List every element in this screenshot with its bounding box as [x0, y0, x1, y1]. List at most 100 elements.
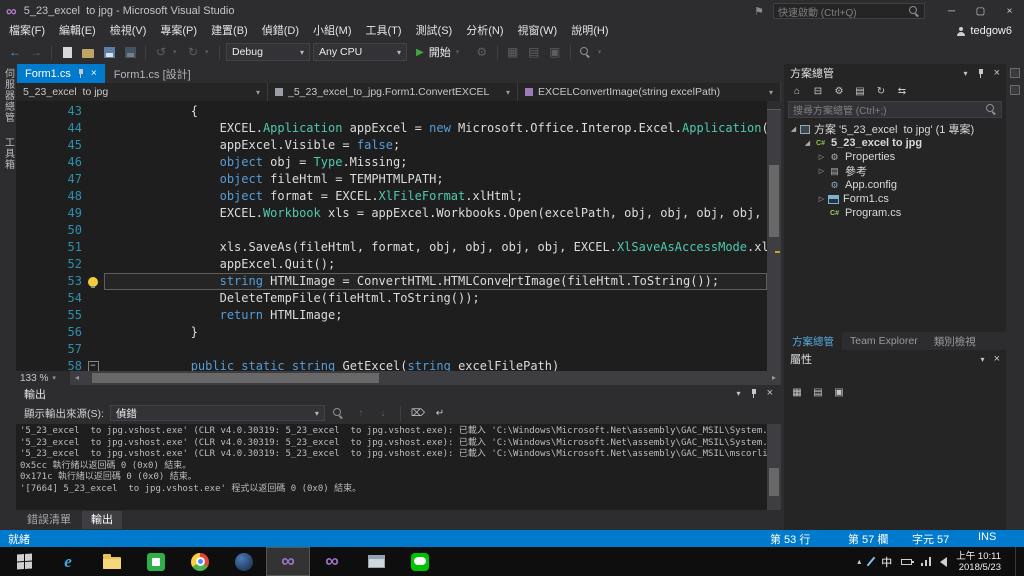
breakpoint-margin[interactable] — [16, 239, 56, 256]
editor-vertical-scrollbar[interactable] — [767, 101, 781, 371]
sync-with-active-document-icon[interactable]: ⇆ — [894, 84, 910, 98]
left-autohide-tab-toolbox[interactable]: 工具箱 — [1, 137, 16, 170]
taskbar-clock[interactable]: 上午 10:11 2018/5/23 — [956, 551, 1001, 573]
undo-icon[interactable]: ↺ — [152, 43, 170, 61]
alphabetical-icon[interactable]: ▤ — [810, 385, 826, 399]
redo-icon[interactable]: ↻ — [184, 43, 202, 61]
code-text[interactable]: public static string GetExcel(string exc… — [104, 358, 767, 371]
chevron-collapsed-icon[interactable]: ▷ — [816, 153, 827, 161]
output-text[interactable]: '5_23_excel to jpg.vshost.exe' (CLR v4.0… — [16, 424, 767, 510]
volume-icon[interactable] — [940, 556, 948, 567]
menu-item-view[interactable]: 檢視(V) — [103, 22, 154, 40]
close-icon[interactable]: × — [994, 353, 1000, 365]
lightbulb-icon[interactable] — [88, 276, 98, 288]
step-into-icon[interactable]: ▦ — [504, 43, 522, 61]
battery-icon[interactable] — [901, 558, 915, 565]
navigate-back-icon[interactable]: ← — [6, 43, 24, 61]
bottom-tab-output[interactable]: 輸出 — [82, 511, 122, 529]
doc-tab-form1-cs-design[interactable]: Form1.cs [設計] — [106, 64, 199, 83]
code-line-51[interactable]: 51 xls.SaveAs(fileHtml, format, obj, obj… — [16, 239, 767, 256]
properties-panel-header[interactable]: 屬性 ▾ × — [784, 350, 1006, 368]
signed-in-user[interactable]: tedgow6 — [970, 25, 1012, 37]
code-line-47[interactable]: 47 object fileHtml = TEMPHTMLPATH; — [16, 171, 767, 188]
pin-icon[interactable] — [77, 68, 85, 79]
panel-tab-class-view[interactable]: 類別檢視 — [926, 332, 984, 350]
breakpoint-margin[interactable] — [16, 188, 56, 205]
previous-message-icon[interactable]: ↑ — [353, 406, 369, 420]
breakpoint-margin[interactable] — [16, 205, 56, 222]
close-icon[interactable]: × — [91, 68, 97, 79]
taskbar-file-explorer[interactable] — [90, 547, 134, 576]
menu-item-tools[interactable]: 工具(T) — [359, 22, 409, 40]
navigate-forward-icon[interactable]: → — [27, 43, 45, 61]
zoom-control[interactable]: 133 % ▾ — [16, 371, 70, 385]
clear-all-icon[interactable]: ⌦ — [410, 406, 426, 420]
member-dropdown[interactable]: EXCELConvertImage(string excelPath) ▾ — [518, 83, 781, 101]
ime-indicator[interactable]: 中 — [881, 554, 892, 570]
autohide-tab-icon[interactable] — [1010, 85, 1020, 95]
breakpoint-margin[interactable] — [16, 154, 56, 171]
scroll-right-arrow[interactable]: ▸ — [767, 371, 781, 385]
breakpoint-margin[interactable] — [16, 120, 56, 137]
code-text[interactable]: string HTMLImage = ConvertHTML.HTMLConve… — [104, 273, 767, 290]
code-text[interactable] — [104, 222, 767, 239]
taskbar-line-app[interactable] — [398, 547, 442, 576]
code-text[interactable] — [104, 341, 767, 358]
breakpoint-margin[interactable] — [16, 103, 56, 120]
menu-item-team[interactable]: 小組(M) — [306, 22, 359, 40]
code-text[interactable]: EXCEL.Workbook xls = appExcel.Workbooks.… — [104, 205, 767, 222]
taskbar-visual-studio-2[interactable]: ∞ — [310, 547, 354, 576]
taskbar-visual-studio-active[interactable]: ∞ — [266, 547, 310, 576]
code-line-49[interactable]: 49 EXCEL.Workbook xls = appExcel.Workboo… — [16, 205, 767, 222]
tree-item-project[interactable]: ◢ 5_23_excel to jpg — [784, 136, 1006, 150]
taskbar-app-window[interactable] — [354, 547, 398, 576]
step-out-icon[interactable]: ▣ — [546, 43, 564, 61]
code-lines[interactable]: 43 {44 EXCEL.Application appExcel = new … — [16, 101, 767, 371]
properties-icon[interactable]: ⚙ — [831, 84, 847, 98]
menu-item-project[interactable]: 專案(P) — [153, 22, 204, 40]
pin-icon[interactable] — [977, 68, 985, 79]
next-message-icon[interactable]: ↓ — [375, 406, 391, 420]
minimize-button[interactable]: ─ — [937, 0, 966, 22]
code-line-45[interactable]: 45 appExcel.Visible = false; — [16, 137, 767, 154]
menu-item-help[interactable]: 說明(H) — [564, 22, 615, 40]
window-position-icon[interactable]: ▾ — [964, 69, 968, 78]
code-text[interactable]: } — [104, 324, 767, 341]
undo-dropdown-icon[interactable]: ▾ — [173, 48, 181, 56]
breakpoint-margin[interactable] — [16, 358, 56, 371]
show-all-files-icon[interactable]: ▤ — [852, 84, 868, 98]
find-message-icon[interactable] — [331, 406, 347, 420]
scrollbar-thumb[interactable] — [769, 468, 779, 496]
doc-tab-form1-cs[interactable]: Form1.cs × — [17, 64, 105, 83]
toolbar-overflow-icon[interactable]: ▾ — [598, 48, 606, 56]
code-text[interactable]: EXCEL.Application appExcel = new Microso… — [104, 120, 767, 137]
tree-item-properties[interactable]: ▷ Properties — [784, 150, 1006, 164]
window-position-icon[interactable]: ▾ — [981, 355, 985, 364]
breakpoint-margin[interactable] — [16, 324, 56, 341]
feedback-icon[interactable]: ⚑ — [754, 5, 764, 18]
taskbar-internet-explorer[interactable]: e — [46, 547, 90, 576]
autohide-tab-icon[interactable] — [1010, 68, 1020, 78]
menu-item-test[interactable]: 測試(S) — [409, 22, 460, 40]
output-panel-header[interactable]: 輸出 ▾ × — [16, 385, 781, 402]
scrollbar-thumb[interactable] — [92, 373, 379, 383]
fold-collapse-icon[interactable]: − — [87, 361, 99, 371]
output-source-combo[interactable]: 偵錯 ▾ — [109, 405, 325, 421]
quick-launch-input[interactable]: 快速啟動 (Ctrl+Q) — [773, 3, 925, 19]
menu-item-file[interactable]: 檔案(F) — [2, 22, 52, 40]
code-text[interactable]: object fileHtml = TEMPHTMLPATH; — [104, 171, 767, 188]
pin-icon[interactable] — [750, 388, 758, 399]
code-text[interactable]: return HTMLImage; — [104, 307, 767, 324]
bottom-tab-error-list[interactable]: 錯誤清單 — [18, 511, 80, 529]
chevron-collapsed-icon[interactable]: ▷ — [816, 167, 827, 175]
close-button[interactable]: × — [995, 0, 1024, 22]
breakpoint-margin[interactable] — [16, 222, 56, 239]
chevron-collapsed-icon[interactable]: ▷ — [816, 195, 827, 203]
tray-expand-icon[interactable]: ▴ — [857, 557, 861, 566]
breakpoint-margin[interactable] — [16, 273, 56, 290]
word-wrap-icon[interactable]: ↵ — [432, 406, 448, 420]
taskbar-chrome[interactable] — [178, 547, 222, 576]
code-editor[interactable]: 43 {44 EXCEL.Application appExcel = new … — [16, 101, 781, 371]
scroll-left-arrow[interactable]: ◂ — [70, 371, 84, 385]
window-position-icon[interactable]: ▾ — [737, 389, 741, 398]
